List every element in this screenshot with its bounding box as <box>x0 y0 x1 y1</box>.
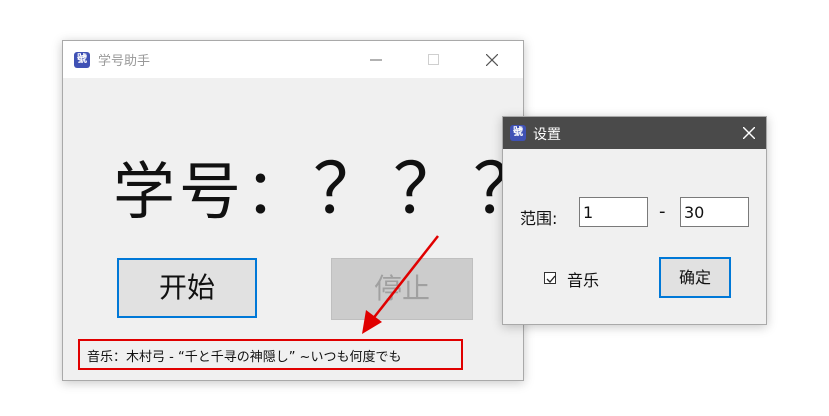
close-icon <box>743 127 755 139</box>
settings-close-button[interactable] <box>733 117 767 149</box>
music-checkbox[interactable] <box>544 272 556 284</box>
range-separator: - <box>659 201 666 222</box>
maximize-icon <box>428 54 439 65</box>
music-info-highlight: 音乐：木村弓 - “千と千寻の神隠し” ~いつも何度でも <box>78 339 463 370</box>
student-number-label: 学号： <box>113 155 312 228</box>
settings-title: 设置 <box>533 127 561 143</box>
checkmark-icon <box>546 275 556 283</box>
music-checkbox-label[interactable]: 音乐 <box>567 267 599 291</box>
maximize-button[interactable] <box>411 41 457 78</box>
music-info-text: 音乐：木村弓 - “千と千寻の神隠し” ~いつも何度でも <box>87 350 402 365</box>
app-icon: 號 <box>74 52 90 68</box>
main-window: 號 学号助手 学号： ？？？ 开始 停止 音乐：木村弓 - “千と千寻の神隠し”… <box>62 40 543 381</box>
range-to-input[interactable] <box>680 197 749 227</box>
settings-window: 號 设置 范围: - 音乐 确定 <box>502 116 767 325</box>
window-title: 学号助手 <box>98 54 151 69</box>
annotation-arrow <box>362 235 439 334</box>
app-icon: 號 <box>510 125 526 141</box>
minimize-button[interactable] <box>353 41 399 78</box>
main-titlebar[interactable]: 號 学号助手 <box>63 41 523 78</box>
close-button[interactable] <box>469 41 515 78</box>
minimize-icon <box>370 59 382 61</box>
range-from-input[interactable] <box>579 197 648 227</box>
ok-button[interactable]: 确定 <box>659 257 731 298</box>
start-button[interactable]: 开始 <box>117 258 257 318</box>
range-label: 范围: <box>520 209 558 228</box>
close-icon <box>486 54 498 66</box>
settings-titlebar[interactable]: 號 设置 <box>503 117 766 149</box>
